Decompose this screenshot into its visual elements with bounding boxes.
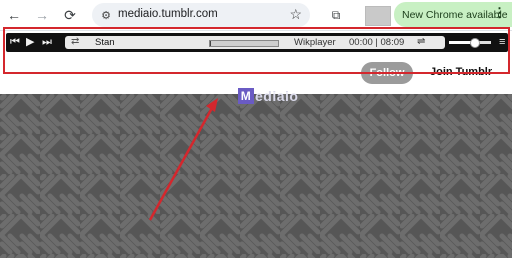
forward-icon[interactable]: → [32, 5, 52, 25]
more-menu-icon[interactable]: ⋮ [493, 5, 506, 21]
lens-search-icon[interactable]: ⧉ [326, 5, 346, 25]
shuffle-icon[interactable]: ⇄ [71, 36, 79, 47]
blog-background [0, 94, 512, 258]
profile-avatar[interactable] [365, 6, 391, 26]
progress-bar[interactable] [209, 40, 279, 47]
repeat-icon[interactable]: ⇌ [417, 36, 425, 47]
address-bar[interactable]: ⚙ mediaio.tumblr.com ☆ [92, 3, 310, 27]
follow-button[interactable]: Follow [361, 62, 413, 84]
track-panel: ⇄ Stan Wikplayer 00:00 | 08:09 ⇌ [65, 36, 445, 49]
track-title: Stan [95, 37, 115, 48]
player-brand: Wikplayer [294, 37, 336, 48]
volume-slider[interactable] [449, 38, 491, 48]
time-display: 00:00 | 08:09 [349, 37, 405, 48]
pattern-svg [0, 94, 512, 258]
browser-toolbar: ← → ⟳ ⚙ mediaio.tumblr.com ☆ ⧉ New Chrom… [0, 0, 512, 31]
next-track-icon[interactable]: ⏭ [42, 36, 52, 49]
back-icon[interactable]: ← [4, 5, 24, 25]
url-text: mediaio.tumblr.com [118, 8, 218, 20]
watermark-logo: M [238, 88, 254, 104]
play-icon[interactable]: ▶ [26, 36, 34, 49]
previous-track-icon[interactable]: ⏮ [10, 36, 20, 49]
media-player: ⏮ ▶ ⏭ ⇄ Stan Wikplayer 00:00 | 08:09 ⇌ ≡ [6, 33, 508, 52]
join-tumblr-link[interactable]: Join Tumblr [430, 66, 492, 78]
chrome-update-button[interactable]: New Chrome available ⋮ [394, 2, 512, 27]
progress-fill [210, 41, 212, 46]
mediaio-watermark: M ediaio [238, 86, 298, 106]
playlist-menu-icon[interactable]: ≡ [499, 36, 505, 48]
bookmark-star-icon[interactable]: ☆ [289, 6, 302, 23]
watermark-text: ediaio [255, 88, 299, 104]
volume-knob[interactable] [470, 38, 481, 48]
chrome-update-label: New Chrome available [402, 8, 508, 21]
reload-icon[interactable]: ⟳ [60, 5, 80, 25]
site-settings-icon[interactable]: ⚙ [98, 7, 114, 23]
